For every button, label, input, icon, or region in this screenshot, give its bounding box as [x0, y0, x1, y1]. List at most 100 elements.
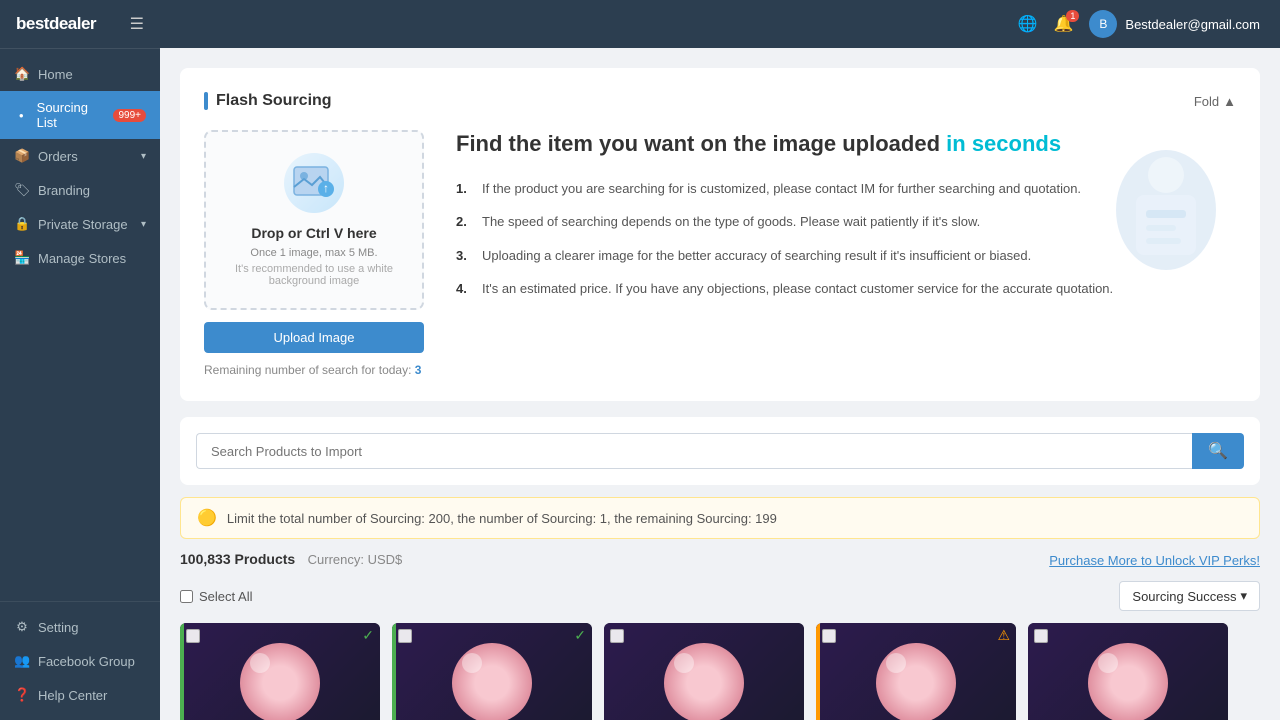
sidebar-bottom: ⚙ Setting 👥 Facebook Group ❓ Help Center: [0, 601, 160, 720]
product-card-image: [1028, 623, 1228, 720]
product-card[interactable]: ⚠ Five-color highlight powder: [816, 623, 1016, 720]
remaining-text: Remaining number of search for today: 3: [204, 363, 424, 377]
setting-icon: ⚙: [14, 619, 30, 635]
sidebar-item-sourcing-list[interactable]: ● Sourcing List 999+: [0, 91, 160, 139]
alert-icon: 🟡: [197, 508, 217, 528]
dropzone-sub2-text: It's recommended to use a white backgrou…: [226, 263, 402, 287]
user-email: Bestdealer@gmail.com: [1125, 17, 1260, 32]
manage-stores-icon: 🏪: [14, 250, 30, 266]
select-all-text: Select All: [199, 589, 252, 604]
dropzone-main-text: Drop or Ctrl V here: [251, 225, 376, 241]
sidebar-item-label: Manage Stores: [38, 251, 126, 266]
sidebar-item-home[interactable]: 🏠 Home: [0, 57, 160, 91]
product-card[interactable]: ✓ Five-color highlight powder: [180, 623, 380, 720]
section-title: Flash Sourcing: [216, 92, 332, 110]
upload-panel: ↑ Drop or Ctrl V here Once 1 image, max …: [204, 130, 424, 377]
sidebar-item-manage-stores[interactable]: 🏪 Manage Stores: [0, 241, 160, 275]
search-input[interactable]: [196, 433, 1192, 469]
sourcing-success-label: Sourcing Success: [1132, 589, 1236, 604]
notification-badge: 1: [1066, 10, 1079, 22]
select-all-label[interactable]: Select All: [180, 589, 252, 604]
globe-icon[interactable]: 🌐: [1018, 14, 1038, 34]
sourcing-badge: 999+: [113, 109, 146, 122]
warning-icon: ⚠: [997, 627, 1010, 644]
menu-toggle-icon[interactable]: ☰: [130, 14, 144, 34]
alert-bar: 🟡 Limit the total number of Sourcing: 20…: [180, 497, 1260, 539]
currency-label: Currency: USD$: [308, 552, 403, 567]
alert-message: Limit the total number of Sourcing: 200,…: [227, 511, 777, 526]
flash-sourcing-body: ↑ Drop or Ctrl V here Once 1 image, max …: [204, 130, 1236, 377]
sidebar-item-label: Orders: [38, 149, 78, 164]
sidebar-item-facebook-group[interactable]: 👥 Facebook Group: [0, 644, 160, 678]
info-num: 2.: [456, 212, 472, 232]
upload-image-button[interactable]: Upload Image: [204, 322, 424, 353]
product-thumbnail: [876, 643, 956, 720]
product-card[interactable]: ✓ Five-color highlight powder: [392, 623, 592, 720]
user-menu[interactable]: B Bestdealer@gmail.com: [1089, 10, 1260, 38]
topbar: 🌐 🔔 1 B Bestdealer@gmail.com: [160, 0, 1280, 48]
sourcing-success-button[interactable]: Sourcing Success ▾: [1119, 581, 1260, 611]
info-panel: Find the item you want on the image uplo…: [456, 130, 1236, 377]
product-card-image: ⚠: [816, 623, 1016, 720]
dropzone-sub1-text: Once 1 image, max 5 MB.: [250, 247, 377, 259]
card-checkbox[interactable]: [1034, 629, 1048, 643]
headline-highlight: in seconds: [946, 131, 1061, 156]
info-illustration: [1096, 130, 1236, 290]
product-card[interactable]: Five-color highlight powder: [1028, 623, 1228, 720]
flash-sourcing-card: Flash Sourcing Fold ▲ ↑: [180, 68, 1260, 401]
remaining-count: 3: [415, 363, 422, 377]
card-checkbox[interactable]: [398, 629, 412, 643]
card-checkbox[interactable]: [822, 629, 836, 643]
sidebar-item-branding[interactable]: 🏷 Branding: [0, 173, 160, 207]
products-count-section: 100,833 Products Currency: USD$: [180, 551, 402, 569]
sourcing-icon: ●: [14, 111, 29, 120]
products-header: 100,833 Products Currency: USD$ Purchase…: [180, 551, 1260, 569]
title-accent: [204, 92, 208, 110]
fold-button[interactable]: Fold ▲: [1194, 94, 1236, 109]
sidebar-item-label: Setting: [38, 620, 78, 635]
card-checkbox[interactable]: [610, 629, 624, 643]
product-card-image: ✓: [180, 623, 380, 720]
main-content: Flash Sourcing Fold ▲ ↑: [160, 48, 1280, 720]
sidebar-item-label: Sourcing List: [37, 100, 106, 130]
info-num: 1.: [456, 179, 472, 199]
sidebar-item-label: Private Storage: [38, 217, 128, 232]
upload-dropzone[interactable]: ↑ Drop or Ctrl V here Once 1 image, max …: [204, 130, 424, 310]
search-button[interactable]: 🔍: [1192, 433, 1244, 469]
card-checkbox[interactable]: [186, 629, 200, 643]
fold-label: Fold: [1194, 94, 1219, 109]
sidebar-item-help-center[interactable]: ❓ Help Center: [0, 678, 160, 712]
card-label-green: [392, 623, 396, 720]
product-thumbnail: [452, 643, 532, 720]
private-storage-icon: 🔒: [14, 216, 30, 232]
branding-icon: 🏷: [14, 182, 30, 198]
select-all-checkbox[interactable]: [180, 590, 193, 603]
home-icon: 🏠: [14, 66, 30, 82]
products-count: 100,833 Products: [180, 551, 295, 567]
avatar-letter: B: [1099, 17, 1107, 31]
info-num: 4.: [456, 279, 472, 299]
product-card[interactable]: Five-color highlight powder: [604, 623, 804, 720]
logo-text: bestdealer: [16, 14, 96, 34]
sidebar-item-orders[interactable]: 📦 Orders ▾: [0, 139, 160, 173]
product-thumbnail: [664, 643, 744, 720]
sidebar-logo: bestdealer ☰: [0, 0, 160, 49]
storage-chevron-icon: ▾: [141, 219, 146, 230]
sidebar-item-setting[interactable]: ⚙ Setting: [0, 610, 160, 644]
sidebar-item-label: Facebook Group: [38, 654, 135, 669]
info-text: It's an estimated price. If you have any…: [482, 279, 1113, 299]
sidebar: bestdealer ☰ 🏠 Home ● Sourcing List 999+…: [0, 0, 160, 720]
product-thumbnail: [1088, 643, 1168, 720]
products-toolbar: Select All Sourcing Success ▾: [180, 581, 1260, 611]
sidebar-item-label: Help Center: [38, 688, 107, 703]
sidebar-item-private-storage[interactable]: 🔒 Private Storage ▾: [0, 207, 160, 241]
flash-sourcing-header: Flash Sourcing Fold ▲: [204, 92, 1236, 110]
sidebar-item-label: Home: [38, 67, 73, 82]
vip-link[interactable]: Purchase More to Unlock VIP Perks!: [1049, 553, 1260, 568]
orders-chevron-icon: ▾: [141, 151, 146, 162]
product-card-image: ✓: [392, 623, 592, 720]
sidebar-item-label: Branding: [38, 183, 90, 198]
flash-sourcing-title: Flash Sourcing: [204, 92, 332, 110]
bell-icon[interactable]: 🔔 1: [1053, 14, 1073, 34]
dropdown-chevron-icon: ▾: [1240, 588, 1247, 604]
